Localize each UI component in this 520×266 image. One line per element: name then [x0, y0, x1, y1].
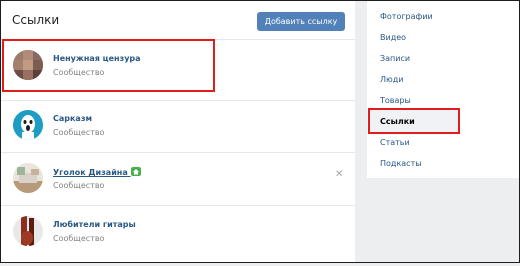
screenshot-border	[0, 0, 520, 263]
